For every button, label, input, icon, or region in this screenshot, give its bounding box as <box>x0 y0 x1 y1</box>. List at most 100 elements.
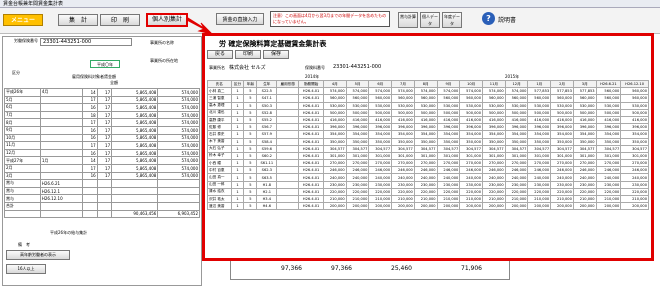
cell-vals[interactable]: 574,000 <box>157 110 200 120</box>
table-row: 2月 17 17 5,865,408 574,000 <box>4 163 200 173</box>
month-cell: 270,000 <box>413 159 438 168</box>
type-cell <box>276 202 300 211</box>
menu-button[interactable]: メニュー <box>3 14 43 26</box>
cell-vals[interactable]: 574,000 <box>157 156 200 165</box>
cell-vals[interactable]: 574,000 <box>157 103 200 112</box>
cell-vals[interactable] <box>157 179 200 188</box>
cell-yen[interactable]: 5,865,408 <box>111 125 159 135</box>
help-label[interactable]: 説明書 <box>498 15 516 24</box>
insured-no-field[interactable]: 23301-443251-000 <box>40 38 132 46</box>
month-cell: 560,000 <box>368 94 393 103</box>
cell-yen[interactable]: 5,865,408 <box>111 148 159 158</box>
month-cell: 416,000 <box>504 115 529 125</box>
cell-yen[interactable]: 5,865,408 <box>111 133 159 143</box>
employee-name: 小林 真二 <box>207 87 232 96</box>
cell-yen[interactable]: 5,865,408 <box>111 141 159 150</box>
overlay-table: 氏名 区分 年齢 生年 雇用形態 勤務開始 4月 5月 6月 7月 8月 9月 10月 11月 12月 1月 2… <box>207 79 649 211</box>
cell-months: 賞与 <box>4 186 41 196</box>
overlay-company: 株式会社 セルズ <box>229 65 266 71</box>
cell-yen[interactable]: 5,865,408 <box>111 171 159 181</box>
cell-vals[interactable]: 574,000 <box>157 133 200 143</box>
cell-vals[interactable]: 574,000 <box>157 141 200 150</box>
cell-vals[interactable]: 574,000 <box>157 148 200 158</box>
month-cell: 246,000 <box>391 166 415 175</box>
month-cell: 560,000 <box>620 94 649 103</box>
cell-dates: H26.12.1 <box>39 186 84 196</box>
type-cell <box>276 173 300 182</box>
month-cell: 220,000 <box>595 187 622 197</box>
cell-yen[interactable]: 5,865,408 <box>111 110 159 120</box>
month-cell: 240,000 <box>572 173 597 182</box>
cell-yen[interactable]: 5,865,408 <box>111 118 159 127</box>
help-icon[interactable]: ? <box>482 12 495 25</box>
month-cell: 354,000 <box>482 130 506 139</box>
month-cell: 210,000 <box>368 194 393 204</box>
totals-button[interactable]: 集 計 <box>58 14 98 26</box>
cell-yen[interactable]: 5,865,408 <box>111 95 159 105</box>
cell-months: 12月 <box>4 148 41 158</box>
birth-cell: S50.3 <box>256 101 278 110</box>
month-cell: 301,000 <box>527 151 552 161</box>
annual-data-button[interactable]: 年度データ <box>442 12 462 28</box>
cell-vals[interactable]: 574,000 <box>157 95 200 105</box>
type-cell <box>276 87 300 96</box>
month-cell: 500,000 <box>459 108 484 117</box>
print-button[interactable]: 印 刷 <box>100 14 140 26</box>
table-row: 9月 16 17 5,865,408 574,000 <box>4 125 200 135</box>
cell-vals[interactable] <box>157 201 200 211</box>
cell-vals[interactable]: 574,000 <box>157 163 200 173</box>
cell-dates <box>39 110 84 120</box>
cell-vals[interactable]: 574,000 <box>157 118 200 127</box>
cell-vals[interactable] <box>157 186 200 196</box>
cell-yen[interactable]: 5,865,408 <box>111 163 159 173</box>
total-cell <box>96 209 113 219</box>
cell-n2: 17 <box>96 110 113 120</box>
era-tag[interactable]: 平成〇年 <box>90 60 120 68</box>
wage-input-tab[interactable]: 賃金の直接入力 <box>216 13 264 25</box>
sixteen-plus-button[interactable]: 16人以上 <box>6 264 46 274</box>
cell-yen[interactable] <box>111 201 159 211</box>
month-cell: 304,577 <box>482 144 506 153</box>
month-cell: 304,577 <box>413 144 438 153</box>
column-header: 氏名 <box>207 79 232 89</box>
month-cell: 500,000 <box>527 108 552 117</box>
person-data-button[interactable]: 個人データ <box>420 12 440 28</box>
birth-cell: S56.7 <box>256 123 278 132</box>
cell-vals[interactable] <box>157 194 200 203</box>
month-cell: 396,000 <box>413 123 438 132</box>
column-header: 9月 <box>436 79 461 89</box>
month-cell: 354,000 <box>413 130 438 139</box>
april-cell: 530,000 <box>322 101 347 110</box>
cell-yen[interactable] <box>111 186 159 196</box>
show-elderly-button[interactable]: 高年齢労働者の表示 <box>6 250 70 260</box>
cell-yen[interactable]: 5,865,408 <box>111 103 159 112</box>
month-cell: 354,000 <box>345 130 370 139</box>
cell-vals[interactable]: 574,000 <box>157 88 200 97</box>
month-cell: 200,000 <box>345 202 370 211</box>
cell-n2 <box>96 201 113 211</box>
save-button[interactable]: 保存 <box>263 50 289 59</box>
overlay-company-label: 事業所名 <box>209 65 225 70</box>
month-cell: 560,000 <box>550 94 574 103</box>
return-button[interactable]: 戻る <box>207 50 233 59</box>
month-cell: 246,000 <box>504 166 529 175</box>
cell-vals[interactable]: 574,000 <box>157 171 200 181</box>
cell-yen[interactable]: 5,865,408 <box>111 88 159 97</box>
bonus-button[interactable]: 賞与計算 <box>398 12 418 28</box>
cell-vals[interactable]: 574,000 <box>157 125 200 135</box>
start-cell: H26.4.01 <box>298 137 324 146</box>
month-cell: 240,000 <box>345 173 370 182</box>
month-cell: 220,000 <box>504 187 529 197</box>
month-cell: 301,000 <box>413 151 438 161</box>
month-cell: 304,577 <box>504 144 529 153</box>
employee-name: 石井 泰史 <box>207 130 232 139</box>
cell-yen[interactable] <box>111 194 159 203</box>
per-person-button[interactable]: 個人別集計 <box>146 13 188 27</box>
month-cell: 270,000 <box>459 159 484 168</box>
cell-yen[interactable]: 5,865,408 <box>111 156 159 165</box>
overlay-row: 佐藤 修 1 5 S56.7 H26.4.01 396,000 396,000 396,000… <box>207 123 649 132</box>
cell-yen[interactable] <box>111 179 159 188</box>
month-cell: 210,000 <box>459 194 484 204</box>
start-cell: H26.4.01 <box>298 173 324 182</box>
overlay-print-button[interactable]: 印刷 <box>235 50 261 59</box>
